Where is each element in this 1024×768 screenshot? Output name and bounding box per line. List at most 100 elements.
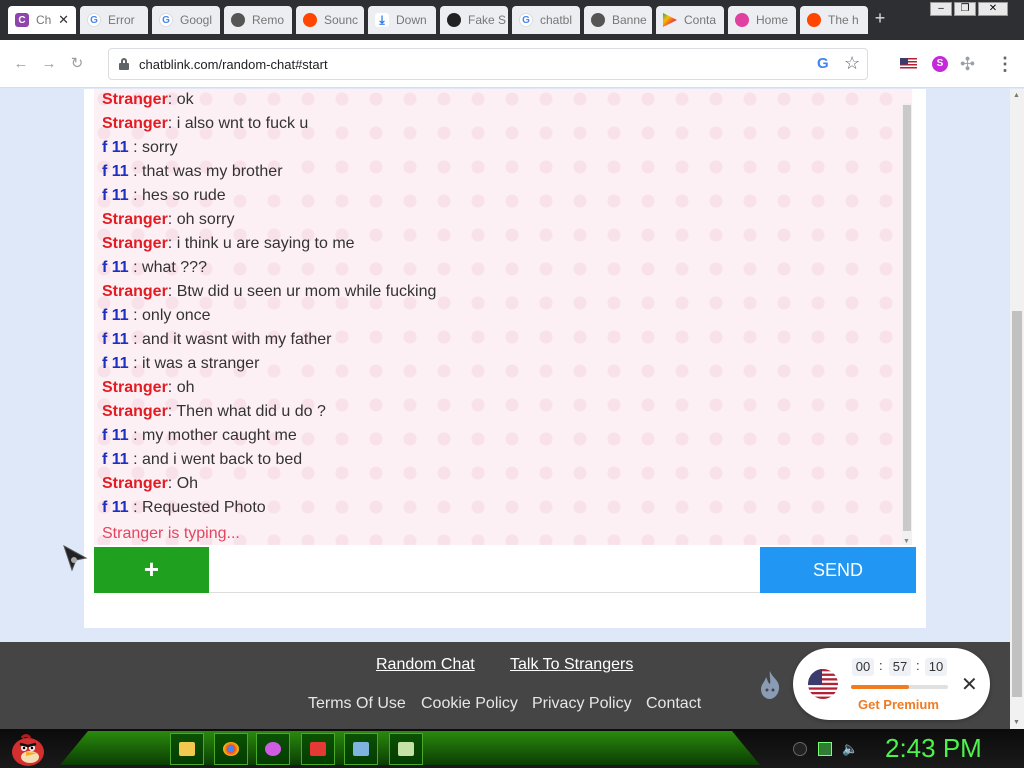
page-scroll-thumb[interactable]	[1012, 311, 1022, 697]
page-viewport: Stranger: ok Stranger: i also wnt to fuck…	[0, 89, 1010, 729]
video-app-icon[interactable]	[301, 733, 335, 765]
chat-message: Stranger: Oh	[102, 475, 198, 493]
tab-title: Down	[396, 13, 427, 27]
browser-tab[interactable]: Remo	[224, 6, 292, 34]
s-extension-icon[interactable]: S	[932, 56, 948, 72]
tray-chevron-icon[interactable]	[793, 742, 807, 756]
message-text: : it was a stranger	[128, 355, 260, 372]
tab-close-icon[interactable]: ✕	[58, 12, 69, 28]
close-icon[interactable]: ✕	[961, 672, 978, 697]
timer-separator: :	[879, 658, 883, 673]
typing-indicator: Stranger is typing...	[102, 525, 240, 542]
terms-link[interactable]: Terms Of Use	[308, 695, 406, 713]
screen-app-icon[interactable]	[344, 733, 378, 765]
chat-message: Stranger: oh sorry	[102, 211, 234, 229]
message-sender: Stranger	[102, 475, 168, 492]
browser-tab[interactable]: Banne	[584, 6, 652, 34]
message-text: : and it wasnt with my father	[128, 331, 332, 348]
premium-timer-widget[interactable]: 00 : 57 : 10 Get Premium ✕	[793, 648, 990, 720]
browser-tab[interactable]: Conta	[656, 6, 724, 34]
tray-network-icon[interactable]	[818, 742, 832, 756]
browser-tab[interactable]: The h	[800, 6, 868, 34]
google-icon[interactable]: G	[817, 55, 829, 72]
scroll-down-arrow-icon[interactable]: ▼	[903, 538, 910, 545]
message-text: : oh	[167, 379, 195, 396]
chat-message: Stranger: i think u are saying to me	[102, 235, 355, 253]
chat-message: Stranger: Btw did u seen ur mom while fu…	[102, 283, 436, 301]
file-explorer-icon[interactable]	[170, 733, 204, 765]
message-sender: f 11	[102, 355, 129, 372]
browser-tab[interactable]: G Googl	[152, 6, 220, 34]
taskbar-clock[interactable]: 2:43 PM	[885, 733, 982, 764]
chat-message: Stranger: ok	[102, 91, 194, 109]
browser-tab[interactable]: Home	[728, 6, 796, 34]
browser-tab[interactable]: C Ch ✕	[8, 6, 76, 34]
browser-tab[interactable]: Gchatbl	[512, 6, 580, 34]
reload-button[interactable]: ↻	[66, 53, 88, 75]
message-text: : only once	[128, 307, 211, 324]
message-text: : oh sorry	[167, 211, 235, 228]
message-sender: Stranger	[102, 235, 168, 252]
chat-message: f 11 : what ???	[102, 259, 207, 277]
globe-icon	[591, 13, 605, 27]
minimize-button[interactable]: –	[930, 2, 952, 16]
message-sender: Stranger	[102, 379, 168, 396]
timer-minutes: 57	[889, 658, 911, 676]
chrome-icon[interactable]	[214, 733, 248, 765]
browser-tab[interactable]: Sounc	[296, 6, 364, 34]
contact-link[interactable]: Contact	[646, 695, 701, 713]
message-sender: Stranger	[102, 91, 168, 108]
lock-icon	[119, 58, 129, 70]
angry-bird-start-icon[interactable]	[8, 731, 46, 767]
chat-message: f 11 : Requested Photo	[102, 499, 266, 517]
message-input[interactable]	[209, 547, 760, 593]
back-button[interactable]: ←	[10, 53, 32, 75]
cookie-policy-link[interactable]: Cookie Policy	[421, 695, 518, 713]
tab-title: Fake S	[468, 13, 507, 27]
maximize-button[interactable]: ❐	[954, 2, 976, 16]
globe-icon	[231, 13, 245, 27]
new-tab-button[interactable]: +	[872, 8, 888, 29]
menu-kebab-icon[interactable]: ⋮	[996, 54, 1014, 75]
mouse-cursor-icon	[63, 544, 88, 572]
tab-title: The h	[828, 13, 859, 27]
url-text[interactable]: chatblink.com/random-chat#start	[139, 57, 328, 72]
forward-button[interactable]: →	[38, 53, 60, 75]
browser-tab[interactable]: G Error	[80, 6, 148, 34]
message-sender: f 11	[102, 163, 129, 180]
google-icon: G	[87, 13, 101, 27]
talk-to-strangers-link[interactable]: Talk To Strangers	[510, 656, 633, 674]
message-text: : Oh	[167, 475, 199, 492]
page-scrollbar[interactable]: ▲ ▼	[1010, 89, 1024, 729]
send-button[interactable]: SEND	[760, 547, 916, 593]
random-chat-link[interactable]: Random Chat	[376, 656, 475, 674]
timer-separator: :	[916, 658, 920, 673]
tab-title: Sounc	[324, 13, 359, 27]
get-premium-link[interactable]: Get Premium	[858, 697, 939, 712]
scroll-up-arrow-icon[interactable]: ▲	[1013, 92, 1020, 99]
extensions-puzzle-icon[interactable]: ✣	[960, 54, 975, 75]
chat-log-scroll-thumb[interactable]	[903, 105, 911, 531]
tab-title: Remo	[252, 13, 285, 27]
message-sender: Stranger	[102, 283, 168, 300]
chat-log-scrollbar[interactable]: ▼	[902, 103, 912, 545]
browser-tab[interactable]: Fake S	[440, 6, 508, 34]
media-app-icon[interactable]	[256, 733, 290, 765]
us-flag-extension-icon[interactable]	[900, 58, 917, 70]
address-bar[interactable]: chatblink.com/random-chat#start G ☆	[108, 48, 868, 80]
bookmark-star-icon[interactable]: ☆	[844, 53, 860, 74]
notes-app-icon[interactable]	[389, 733, 423, 765]
reddit-icon	[303, 13, 317, 27]
message-sender: f 11	[102, 307, 129, 324]
tray-volume-icon[interactable]: 🔈	[842, 742, 858, 756]
fire-icon[interactable]	[758, 670, 782, 700]
google-icon: G	[519, 13, 533, 27]
message-sender: f 11	[102, 139, 129, 156]
message-sender: f 11	[102, 451, 129, 468]
chat-message: f 11 : and it wasnt with my father	[102, 331, 331, 349]
browser-tab[interactable]: ⤓ Down	[368, 6, 436, 34]
privacy-policy-link[interactable]: Privacy Policy	[532, 695, 632, 713]
add-attachment-button[interactable]: +	[94, 547, 209, 593]
scroll-down-arrow-icon[interactable]: ▼	[1013, 719, 1020, 726]
close-window-button[interactable]: ✕	[978, 2, 1008, 16]
